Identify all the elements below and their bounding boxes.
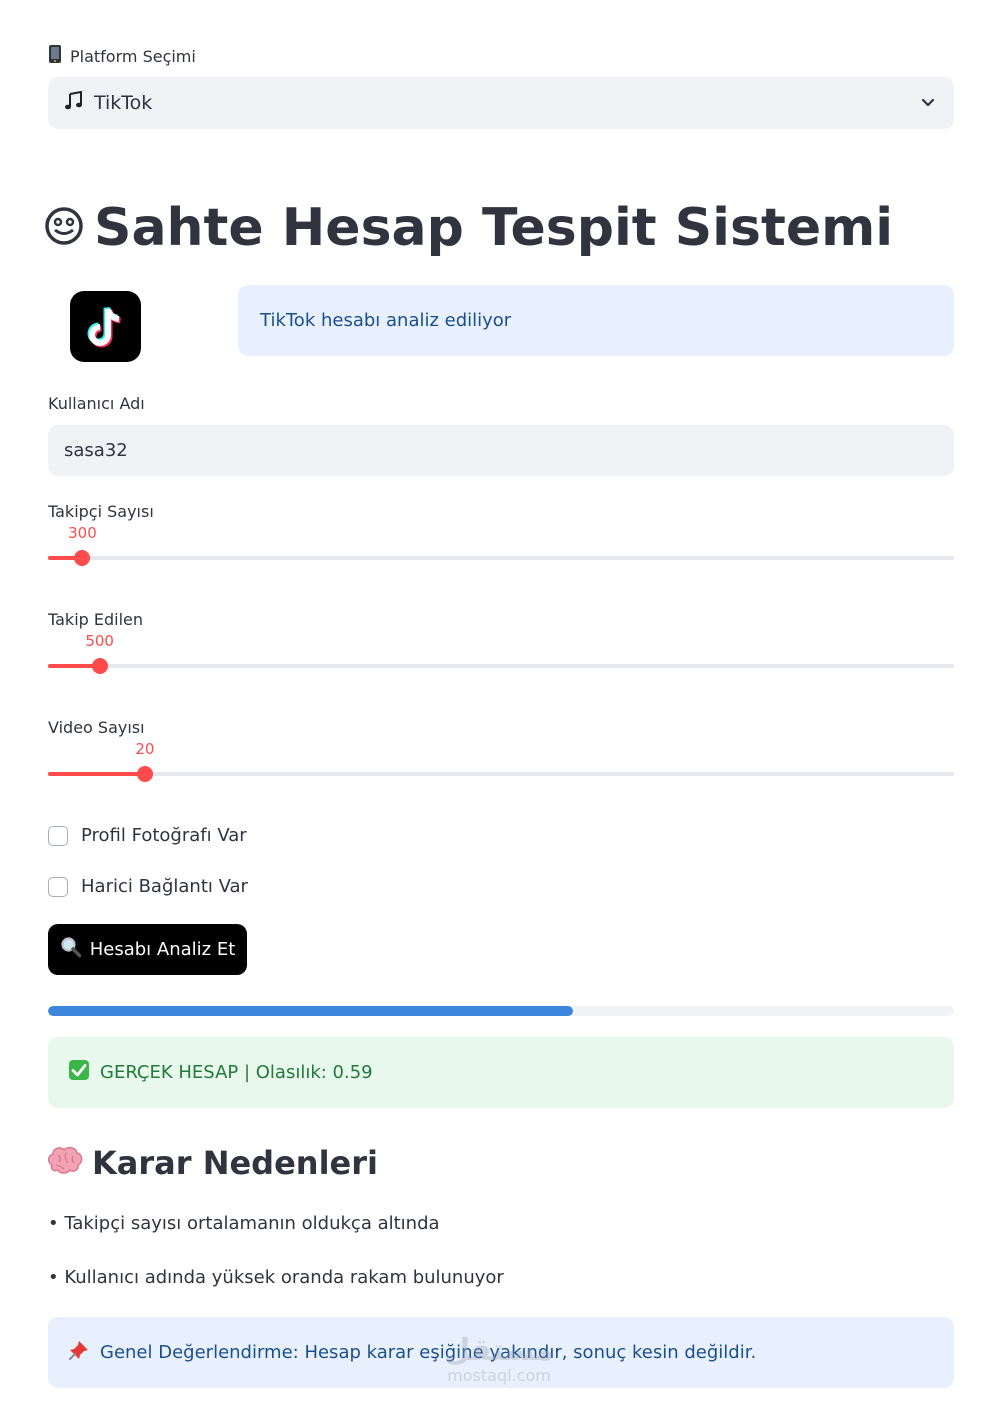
watermark-latin: mostaql.com [447, 1366, 551, 1385]
profile-photo-checkbox-label: Profil Fotoğrafı Var [81, 825, 247, 846]
face-icon [44, 206, 84, 250]
username-label: Kullanıcı Adı [48, 394, 145, 413]
page-title-text: Sahte Hesap Tespit Sistemi [94, 198, 894, 258]
info-message: TikTok hesabı analiz ediliyor [238, 285, 954, 356]
external-link-checkbox-label: Harici Bağlantı Var [81, 876, 248, 897]
pushpin-icon [68, 1339, 90, 1366]
platform-select[interactable]: TikTok [48, 77, 954, 129]
video-count-slider[interactable]: 20 [48, 740, 954, 782]
platform-select-value: TikTok [94, 92, 153, 114]
slider-value: 20 [135, 740, 155, 758]
page-title: Sahte Hesap Tespit Sistemi [44, 198, 893, 258]
music-note-icon [64, 90, 84, 115]
external-link-checkbox[interactable] [48, 876, 68, 897]
platform-label: Platform Seçimi [48, 44, 196, 68]
following-slider-label: Takip Edilen [48, 610, 144, 629]
result-message-text: GERÇEK HESAP | Olasılık: 0.59 [100, 1062, 373, 1083]
slider-track [48, 664, 954, 668]
watermark-arabic: مستقل [444, 1333, 554, 1368]
chevron-down-icon[interactable] [920, 94, 936, 114]
analyze-button[interactable]: Hesabı Analiz Et [48, 924, 247, 975]
slider-thumb[interactable] [91, 658, 108, 674]
magnifier-icon [60, 936, 82, 963]
followers-slider[interactable]: 300 [48, 524, 954, 566]
analyze-button-label: Hesabı Analiz Et [89, 939, 236, 960]
reasons-heading: Karar Nedenleri [46, 1144, 378, 1182]
slider-track [48, 772, 954, 776]
slider-thumb[interactable] [136, 766, 153, 782]
slider-fill [48, 772, 145, 776]
followers-slider-label: Takipçi Sayısı [48, 502, 154, 521]
check-mark-icon [68, 1059, 90, 1086]
slider-value: 300 [68, 524, 97, 542]
reason-item: • Takipçi sayısı ortalamanın oldukça alt… [48, 1213, 440, 1234]
slider-track [48, 556, 954, 560]
reasons-heading-text: Karar Nedenleri [92, 1144, 378, 1182]
profile-photo-checkbox[interactable] [48, 825, 68, 846]
slider-thumb[interactable] [74, 550, 91, 566]
external-link-checkbox-row[interactable]: Harici Bağlantı Var [48, 876, 248, 897]
reason-item: • Kullanıcı adında yüksek oranda rakam b… [48, 1267, 504, 1288]
summary-message-text: Genel Değerlendirme: Hesap karar eşiğine… [100, 1342, 757, 1363]
tiktok-logo [70, 291, 141, 362]
analysis-progress-bar [48, 1006, 954, 1016]
brain-icon [46, 1145, 84, 1181]
username-input[interactable] [48, 425, 954, 476]
platform-label-text: Platform Seçimi [70, 46, 196, 66]
slider-value: 500 [85, 632, 114, 650]
profile-photo-checkbox-row[interactable]: Profil Fotoğrafı Var [48, 825, 247, 846]
info-message-text: TikTok hesabı analiz ediliyor [260, 310, 512, 331]
mobile-phone-icon [48, 44, 62, 68]
watermark: مستقل mostaql.com [436, 1335, 562, 1385]
video-count-slider-label: Video Sayısı [48, 718, 145, 737]
progress-fill [48, 1006, 574, 1016]
following-slider[interactable]: 500 [48, 632, 954, 674]
result-message: GERÇEK HESAP | Olasılık: 0.59 [48, 1037, 954, 1108]
